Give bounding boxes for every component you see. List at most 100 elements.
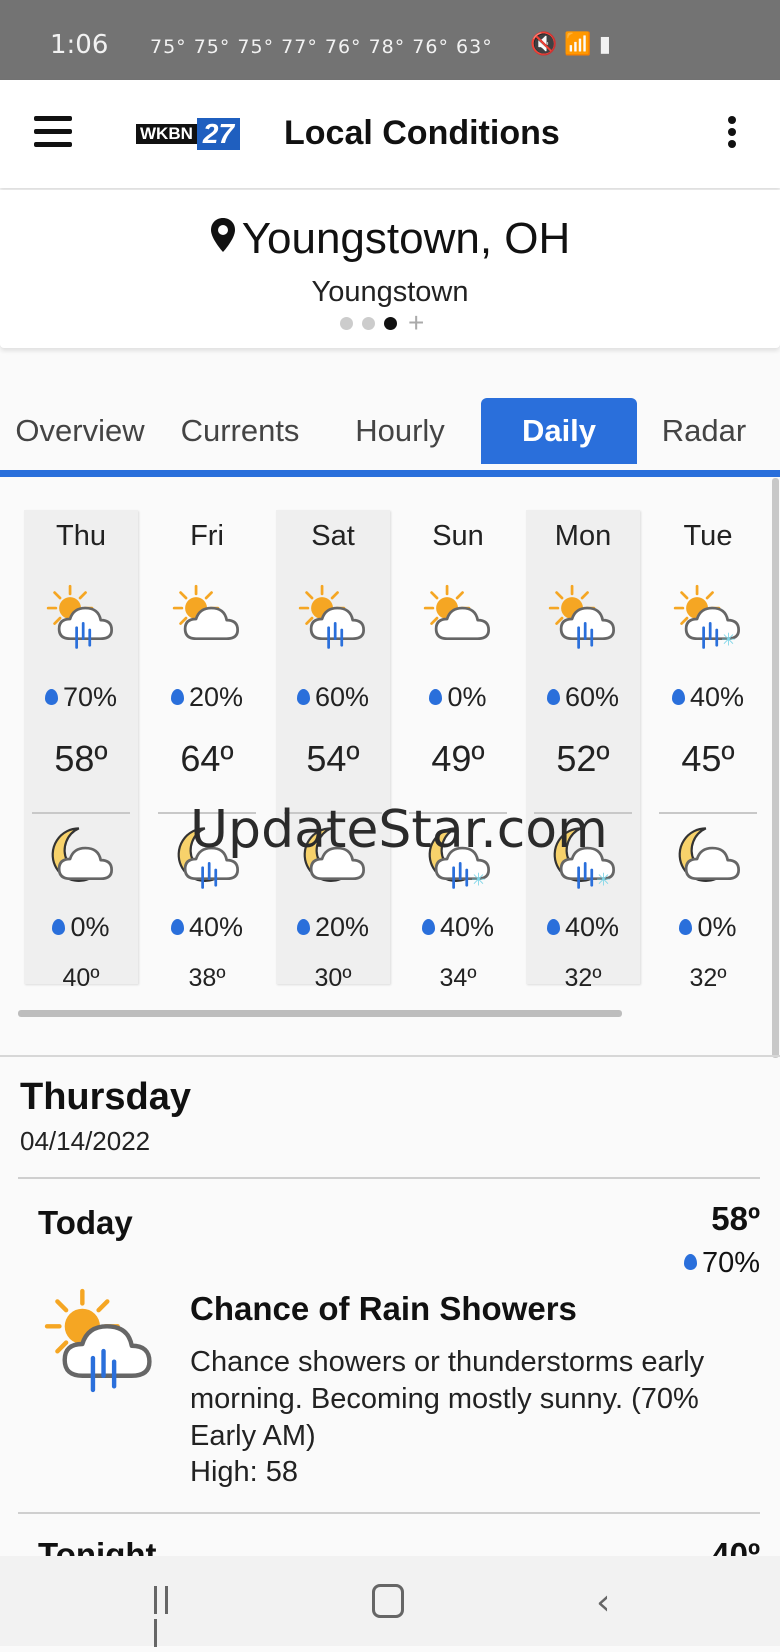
status-time: 1:06	[50, 30, 109, 60]
logo-text: WKBN	[136, 124, 197, 144]
day-column[interactable]: Sat 60% 54º 20% 30º	[276, 510, 390, 992]
day-precip: 70%	[24, 682, 138, 713]
wifi-icon: 📶	[564, 32, 592, 57]
day-low: 34º	[439, 964, 477, 992]
horizontal-scrollbar[interactable]	[18, 1010, 622, 1017]
day-high: 45º	[681, 738, 735, 779]
day-high: 54º	[306, 738, 360, 779]
system-nav-bar: ‹	[0, 1556, 780, 1647]
location-pin-icon	[210, 218, 235, 253]
tab-overview[interactable]: Overview	[0, 398, 160, 464]
tab-radar[interactable]: Radar	[640, 398, 768, 464]
vertical-scrollbar[interactable]	[772, 478, 779, 1058]
sun-cloud-rain-icon	[298, 580, 368, 658]
pager-dot[interactable]	[340, 316, 353, 330]
day-high: 64º	[180, 738, 234, 779]
divider	[18, 1177, 760, 1179]
day-low: 40º	[62, 964, 100, 992]
night-precip: 40%	[150, 912, 264, 943]
day-column[interactable]: Mon 60% 52º ✳ 40% 32º	[526, 510, 640, 992]
condition-high: High: 58	[190, 1456, 299, 1488]
location-name-text: Youngstown, OH	[241, 214, 571, 263]
day-column[interactable]: Thu 70% 58º 0% 40º	[24, 510, 138, 992]
night-precip: 0%	[24, 912, 138, 943]
moon-cloud-icon	[673, 820, 743, 898]
overflow-menu-icon[interactable]	[728, 116, 738, 152]
add-location-button[interactable]: +	[408, 309, 424, 337]
tab-daily[interactable]: Daily	[481, 398, 637, 464]
detail-date: 04/14/2022	[20, 1126, 151, 1156]
hamburger-menu-icon[interactable]	[34, 116, 72, 150]
night-precip: 20%	[276, 912, 390, 943]
location-card[interactable]: Youngstown, OH Youngstown +	[0, 190, 780, 348]
raindrop-icon	[421, 918, 435, 935]
page-title: Local Conditions	[284, 114, 560, 152]
raindrop-icon	[44, 688, 58, 705]
day-column[interactable]: Fri 20% 64º 40% 38º	[150, 510, 264, 992]
condition-description: Chance showers or thunderstorms early mo…	[190, 1346, 705, 1452]
day-high: 52º	[556, 738, 610, 779]
raindrop-icon	[429, 688, 443, 705]
day-precip: 60%	[526, 682, 640, 713]
app-bar: WKBN 27 Local Conditions	[0, 80, 780, 188]
day-name: Tue	[683, 520, 733, 552]
sun-cloud-icon	[172, 580, 242, 658]
pager-dot-active[interactable]	[384, 316, 397, 330]
battery-icon: ▮	[598, 32, 611, 57]
mute-icon: 🔇	[530, 32, 558, 57]
day-column[interactable]: Sun 0% 49º ✳ 40% 34º	[401, 510, 515, 992]
condition-title: Chance of Rain Showers	[190, 1290, 577, 1327]
raindrop-icon	[296, 918, 310, 935]
raindrop-icon	[296, 688, 310, 705]
divider	[32, 812, 130, 814]
tab-hourly[interactable]: Hourly	[320, 398, 480, 464]
raindrop-icon	[52, 918, 66, 935]
day-low: 30º	[314, 964, 352, 992]
status-notification-temps: 75° 75° 75° 77° 76° 78° 76° 63°	[150, 36, 493, 58]
recents-button[interactable]	[154, 1586, 184, 1647]
day-precip: 20%	[150, 682, 264, 713]
day-low: 32º	[564, 964, 602, 992]
raindrop-icon	[683, 1254, 697, 1271]
day-name: Mon	[554, 520, 612, 552]
svg-text:✳: ✳	[721, 630, 736, 650]
sun-cloud-rain-snow-icon: ✳	[673, 580, 743, 658]
home-button[interactable]	[372, 1584, 404, 1618]
day-low: 32º	[689, 964, 727, 992]
divider	[0, 1055, 780, 1057]
day-name: Fri	[190, 520, 224, 552]
period-label: Today	[38, 1204, 133, 1241]
night-precip: 40%	[401, 912, 515, 943]
raindrop-icon	[546, 688, 560, 705]
status-bar: 1:06 75° 75° 75° 77° 76° 78° 76° 63° 🔇 📶…	[0, 0, 780, 80]
sun-cloud-rain-icon	[548, 580, 618, 658]
tab-currents[interactable]: Currents	[160, 398, 320, 464]
watermark: UpdateStar.com	[190, 800, 608, 860]
day-name: Sat	[311, 520, 355, 552]
day-precip: 0%	[401, 682, 515, 713]
tab-bar: Overview Currents Hourly Daily Radar	[0, 398, 780, 477]
daily-forecast-strip[interactable]: Thu 70% 58º 0% 40º Fri 20% 64º 40% 38º S…	[0, 478, 780, 1018]
svg-text:✳: ✳	[471, 870, 486, 890]
wkbn-logo: WKBN 27	[136, 118, 241, 150]
night-precip: 0%	[651, 912, 765, 943]
day-name: Sun	[432, 520, 484, 552]
divider	[18, 1512, 760, 1514]
status-system-icons: 🔇 📶 ▮	[530, 32, 611, 57]
day-high: 49º	[431, 738, 485, 779]
sun-cloud-icon	[423, 580, 493, 658]
sun-cloud-rain-icon	[46, 580, 116, 658]
pager-dot[interactable]	[362, 316, 375, 330]
back-button[interactable]: ‹	[596, 1582, 610, 1623]
moon-cloud-icon	[46, 820, 116, 898]
svg-text:✳: ✳	[596, 870, 611, 890]
period-precip: 70%	[683, 1247, 760, 1280]
period-temp: 58º	[711, 1200, 760, 1237]
sun-cloud-rain-icon	[40, 1284, 160, 1404]
raindrop-icon	[170, 688, 184, 705]
raindrop-icon	[170, 918, 184, 935]
location-subtitle: Youngstown	[311, 276, 469, 308]
day-column[interactable]: Tue ✳ 40% 45º 0% 32º	[651, 510, 765, 992]
location-pager[interactable]: +	[340, 309, 424, 337]
detail-day-title: Thursday	[20, 1076, 192, 1118]
